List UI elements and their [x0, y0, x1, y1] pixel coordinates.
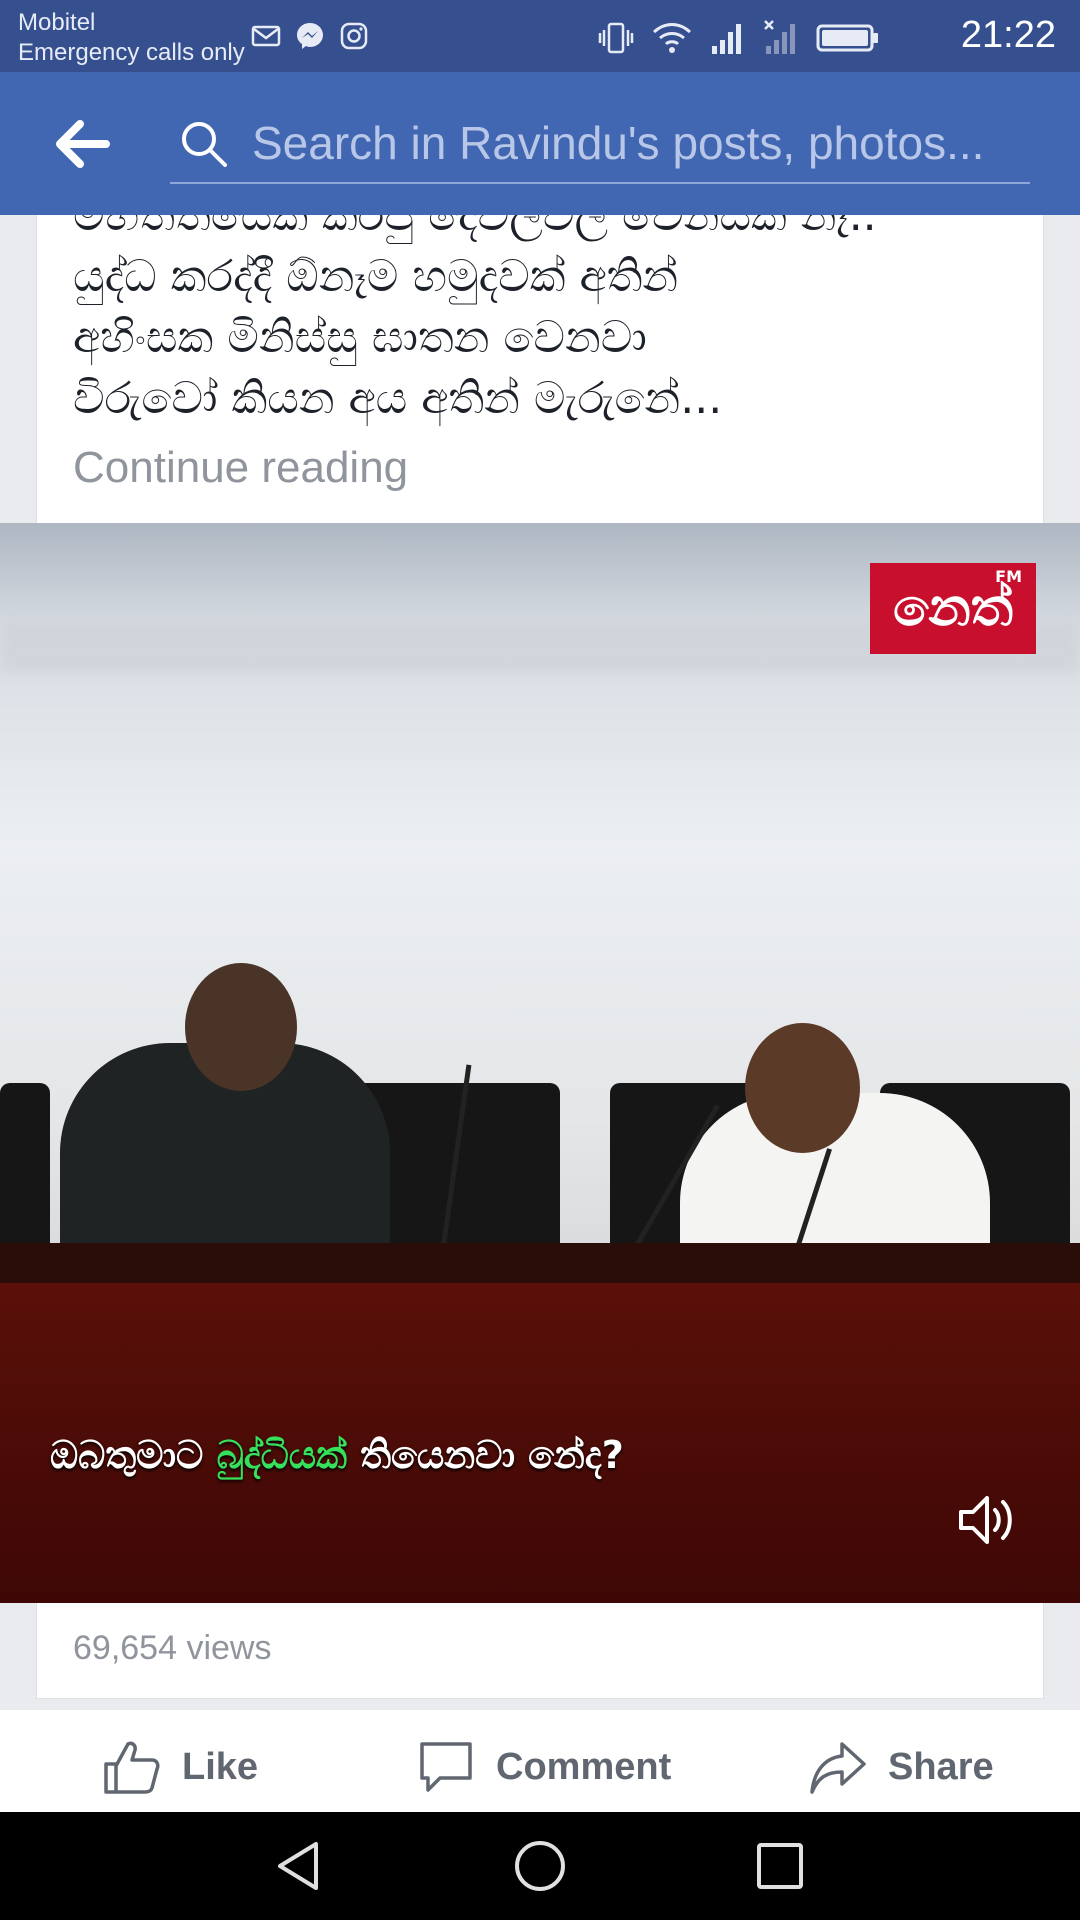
wifi-icon [652, 23, 692, 53]
action-bar: Like Comment Share [0, 1710, 1080, 1812]
no-signal-icon [764, 20, 795, 54]
battery-icon [816, 24, 878, 52]
carrier-info: Mobitel Emergency calls only [18, 8, 245, 68]
share-label: Share [888, 1745, 994, 1788]
search-header: Search in Ravindu's posts, photos... [0, 72, 1080, 215]
messenger-icon [294, 20, 326, 52]
post-text-line: මහත්තයෙක් කරපු දේවල්වල වෙනසක් නෑ.. [73, 215, 877, 241]
gmail-icon [250, 20, 282, 52]
search-icon [182, 122, 227, 167]
volume-icon [959, 1496, 1012, 1544]
logo-sup: FM [995, 567, 1022, 586]
chair [0, 1083, 50, 1263]
back-button[interactable] [52, 116, 112, 172]
caption-text: ඔබතුමාට [50, 1433, 204, 1477]
logo-text: නෙත් [893, 578, 1013, 638]
share-button[interactable]: Share [808, 1738, 994, 1796]
back-arrow-icon [56, 120, 110, 168]
speaker-right-head [745, 1023, 860, 1153]
view-count: 69,654 views [73, 1629, 272, 1667]
volume-button[interactable] [955, 1488, 1019, 1552]
post-text-line: විරුවෝ කියන අය අතින් මැරුනේ... [73, 373, 723, 424]
comment-icon [420, 1742, 472, 1792]
search-field[interactable]: Search in Ravindu's posts, photos... [170, 102, 1030, 184]
clock: 21:22 [960, 14, 1056, 56]
status-bar: Mobitel Emergency calls only 21:22 [0, 0, 1080, 72]
system-icons [596, 18, 880, 58]
like-button[interactable]: Like [102, 1738, 258, 1796]
comment-label: Comment [496, 1745, 672, 1788]
like-icon [104, 1741, 160, 1794]
caption-text: තියෙනවා නේද? [360, 1433, 624, 1477]
share-icon [810, 1742, 866, 1794]
video-caption: ඔබතුමාට බුද්ධියක් තියෙනවා නේද? [50, 1433, 624, 1478]
like-label: Like [182, 1745, 259, 1788]
search-input[interactable]: Search in Ravindu's posts, photos... [252, 116, 984, 170]
nav-back-icon[interactable] [270, 1836, 330, 1896]
notification-icons [250, 20, 370, 52]
nav-home-icon[interactable] [510, 1836, 570, 1896]
post-card: මහත්තයෙක් කරපු දේවල්වල වෙනසක් නෑ.. යුද්ධ… [36, 215, 1044, 523]
comment-button[interactable]: Comment [416, 1738, 671, 1796]
post-text: මහත්තයෙක් කරපු දේවල්වල වෙනසක් නෑ.. යුද්ධ… [73, 215, 1033, 429]
signal-icon [712, 24, 741, 54]
carrier-name: Mobitel [18, 9, 96, 36]
network-status: Emergency calls only [18, 39, 245, 66]
system-nav-bar [0, 1812, 1080, 1920]
instagram-icon [338, 20, 370, 52]
nav-recents-icon[interactable] [750, 1836, 810, 1896]
channel-logo: නෙත් FM [870, 563, 1036, 654]
post-text-line: යුද්ධ කරද්දී ඕනෑම හමුදවක් අතින් [73, 251, 679, 302]
caption-highlight: බුද්ධියක් [216, 1433, 347, 1477]
continue-reading-link[interactable]: Continue reading [73, 443, 408, 493]
vibrate-icon [598, 22, 634, 54]
table-top [0, 1243, 1080, 1283]
post-text-line: අහිංසක මිනිස්සු ඝාතන වෙනවා [73, 312, 647, 363]
video-player[interactable]: නෙත් FM ඔබතුමාට බුද්ධියක් තියෙනවා නේද? [0, 523, 1080, 1603]
speaker-left-head [185, 963, 297, 1091]
views-section: 69,654 views [36, 1603, 1044, 1699]
